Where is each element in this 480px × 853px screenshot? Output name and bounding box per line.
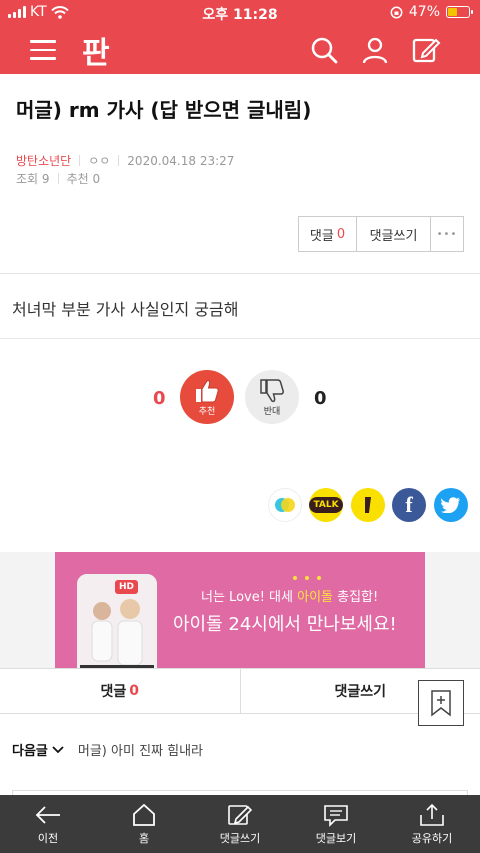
ad-banner[interactable]: HD 너는 Love! 대세 아이돌 총집합! 아이돌 24시에서 만나보세요!: [55, 552, 425, 668]
downvote-button[interactable]: 반대: [245, 370, 299, 424]
comment-count-button[interactable]: 댓글 0: [299, 217, 357, 251]
bookmark-add-button[interactable]: [418, 680, 464, 726]
kakaotalk-label: TALK: [309, 497, 343, 513]
tab-share[interactable]: 공유하기: [384, 795, 480, 853]
downvote-label: 반대: [263, 406, 281, 417]
write-comment-button[interactable]: 댓글쓰기: [357, 217, 431, 251]
post-title: 머글) rm 가사 (답 받으면 글내림): [16, 98, 312, 122]
home-icon: [133, 803, 155, 826]
post-body: 처녀막 부분 가사 사실인지 궁금해: [12, 300, 239, 319]
comment-tab-label: 댓글: [100, 684, 127, 700]
post-author: ㅇㅇ: [88, 154, 111, 168]
user-icon[interactable]: [359, 34, 391, 66]
comment-bubble-icon: [324, 805, 348, 827]
views-count: 9: [41, 172, 50, 186]
status-bar: KT 오후 11:28 47%: [0, 0, 480, 24]
search-icon[interactable]: [308, 34, 340, 66]
thumbs-down-icon: [260, 378, 284, 402]
thumbs-up-icon: [196, 379, 219, 402]
bookmark-add-icon: [431, 690, 451, 717]
upvote-label: 추천: [198, 406, 216, 417]
tab-share-label: 공유하기: [411, 832, 453, 845]
banner-subline: 아이돌 24시에서 만나보세요!: [173, 614, 397, 635]
tab-home-label: 홈: [138, 832, 150, 845]
hd-badge: HD: [115, 580, 139, 594]
post-action-buttons: 댓글 0 댓글쓰기 •••: [298, 216, 464, 252]
comment-count: 0: [336, 226, 346, 242]
back-arrow-icon: [35, 806, 60, 824]
post-stats: 조회 9 추천 0: [16, 170, 100, 187]
write-icon[interactable]: [410, 34, 442, 66]
app-header: KT 오후 11:28 47% 판: [0, 0, 480, 74]
facebook-label: f: [405, 492, 413, 517]
share-kakao-channel-icon[interactable]: [351, 488, 385, 522]
bottom-tab-bar: 이전 홈 댓글쓰기 댓글보기 공유하기: [0, 795, 480, 853]
write-comment-icon: [228, 805, 253, 825]
upvote-button[interactable]: 추천: [180, 370, 234, 424]
comment-tab[interactable]: 댓글 0: [0, 669, 241, 713]
battery-percent: 47%: [408, 4, 440, 20]
comment-bar: 댓글 0 댓글쓰기: [0, 668, 480, 714]
orientation-lock-icon: [390, 6, 403, 18]
share-twitter-icon[interactable]: [434, 488, 468, 522]
post-header: 머글) rm 가사 (답 받으면 글내림) 방탄소년단 ㅇㅇ 2020.04.1…: [0, 74, 480, 274]
comment-label: 댓글: [309, 228, 334, 244]
tab-write-comment-label: 댓글쓰기: [219, 832, 261, 845]
share-icon: [420, 803, 444, 826]
likes-label: 추천: [66, 172, 89, 186]
tab-view-comments-label: 댓글보기: [315, 832, 357, 845]
views-label: 조회: [16, 172, 39, 186]
downvote-count: 0: [314, 388, 327, 409]
tab-back[interactable]: 이전: [0, 795, 96, 853]
tab-back-label: 이전: [37, 832, 59, 845]
menu-icon[interactable]: [30, 40, 56, 60]
share-facebook-icon[interactable]: f: [392, 488, 426, 522]
likes-count: 0: [92, 172, 101, 186]
chevron-down-icon: [52, 745, 64, 753]
post-category[interactable]: 방탄소년단: [16, 152, 71, 169]
next-post-title[interactable]: 머글) 아미 진짜 힘내라: [78, 740, 203, 759]
ad-area: HD 너는 Love! 대세 아이돌 총집합! 아이돌 24시에서 만나보세요!: [0, 552, 480, 668]
post-date: 2020.04.18 23:27: [127, 153, 235, 168]
comment-tab-count: 0: [129, 683, 139, 699]
tab-write-comment[interactable]: 댓글쓰기: [192, 795, 288, 853]
share-kakaotalk-icon[interactable]: TALK: [309, 488, 343, 522]
next-post-row[interactable]: 다음글 머글) 아미 진짜 힘내라: [12, 740, 203, 759]
tab-view-comments[interactable]: 댓글보기: [288, 795, 384, 853]
share-kakaostory-icon[interactable]: [268, 488, 302, 522]
tab-home[interactable]: 홈: [96, 795, 192, 853]
nav-bar: 판: [0, 28, 480, 72]
next-label: 다음글: [12, 744, 48, 759]
banner-dots: [293, 576, 321, 580]
battery-icon: [446, 6, 473, 18]
app-logo[interactable]: 판: [82, 28, 122, 71]
banner-headline: 너는 Love! 대세 아이돌 총집합!: [201, 590, 379, 605]
post-meta: 방탄소년단 ㅇㅇ 2020.04.18 23:27: [16, 152, 234, 169]
more-button[interactable]: •••: [431, 217, 463, 251]
upvote-count: 0: [153, 388, 166, 409]
